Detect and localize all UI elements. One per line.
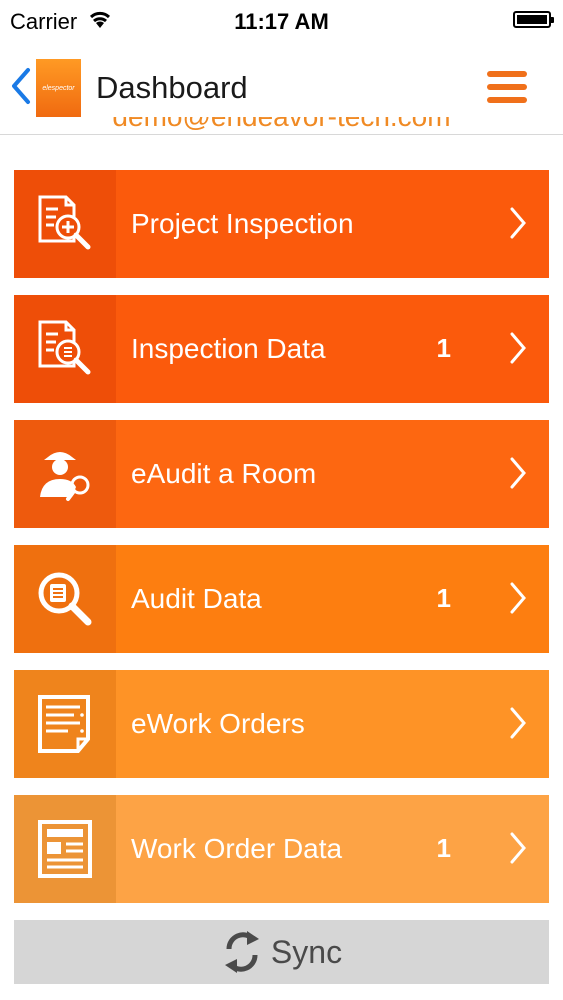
icon-box: [14, 670, 116, 778]
icon-box: [14, 420, 116, 528]
menu-item-work-order-data[interactable]: Work Order Data 1: [14, 795, 549, 903]
menu-item-label: eAudit a Room: [131, 458, 317, 489]
icon-box: [14, 295, 116, 403]
count-badge: 1: [436, 583, 451, 613]
menu-item-inspection-data[interactable]: Inspection Data 1: [14, 295, 549, 403]
count-badge: 1: [436, 333, 451, 363]
menu-item-label: eWork Orders: [131, 708, 305, 739]
icon-box: [14, 545, 116, 653]
icon-box: [14, 170, 116, 278]
status-bar: Carrier 11:17 AM: [0, 0, 563, 42]
count-badge: 1: [436, 833, 451, 863]
menu-item-label: Project Inspection: [131, 208, 354, 239]
auditor-icon: [40, 452, 90, 501]
hamburger-menu-icon[interactable]: [487, 71, 527, 104]
sync-button[interactable]: Sync: [14, 920, 549, 984]
menu-item-label: Audit Data: [131, 583, 262, 614]
sync-label: Sync: [270, 933, 343, 970]
menu-item-label: Inspection Data: [131, 333, 326, 364]
chevron-right-icon: [510, 457, 526, 489]
chevron-right-icon: [510, 332, 526, 364]
inspection-add-icon: [38, 195, 91, 250]
dashboard-menu: Project Inspection Inspection Data 1 eAu…: [14, 170, 549, 920]
work-orders-icon: [38, 695, 90, 753]
chevron-right-icon: [510, 582, 526, 614]
user-email: demo@endeavor-tech.com: [0, 117, 563, 147]
back-chevron-icon[interactable]: [8, 64, 36, 108]
inspection-data-icon: [38, 320, 91, 375]
chevron-right-icon: [510, 832, 526, 864]
work-order-data-icon: [38, 820, 92, 878]
clock: 11:17 AM: [234, 9, 329, 34]
menu-item-eaudit-room[interactable]: eAudit a Room: [14, 420, 549, 528]
menu-item-label: Work Order Data: [131, 833, 343, 864]
battery-icon: [513, 11, 554, 28]
sync-icon: [224, 931, 259, 973]
app-logo: elespector: [36, 59, 81, 117]
chevron-right-icon: [510, 707, 526, 739]
menu-item-project-inspection[interactable]: Project Inspection: [14, 170, 549, 278]
menu-item-ework-orders[interactable]: eWork Orders: [14, 670, 549, 778]
audit-data-icon: [38, 572, 92, 626]
logo-text: elespector: [42, 84, 75, 92]
icon-box: [14, 795, 116, 903]
chevron-right-icon: [510, 207, 526, 239]
menu-item-audit-data[interactable]: Audit Data 1: [14, 545, 549, 653]
page-title: Dashboard: [96, 70, 248, 105]
